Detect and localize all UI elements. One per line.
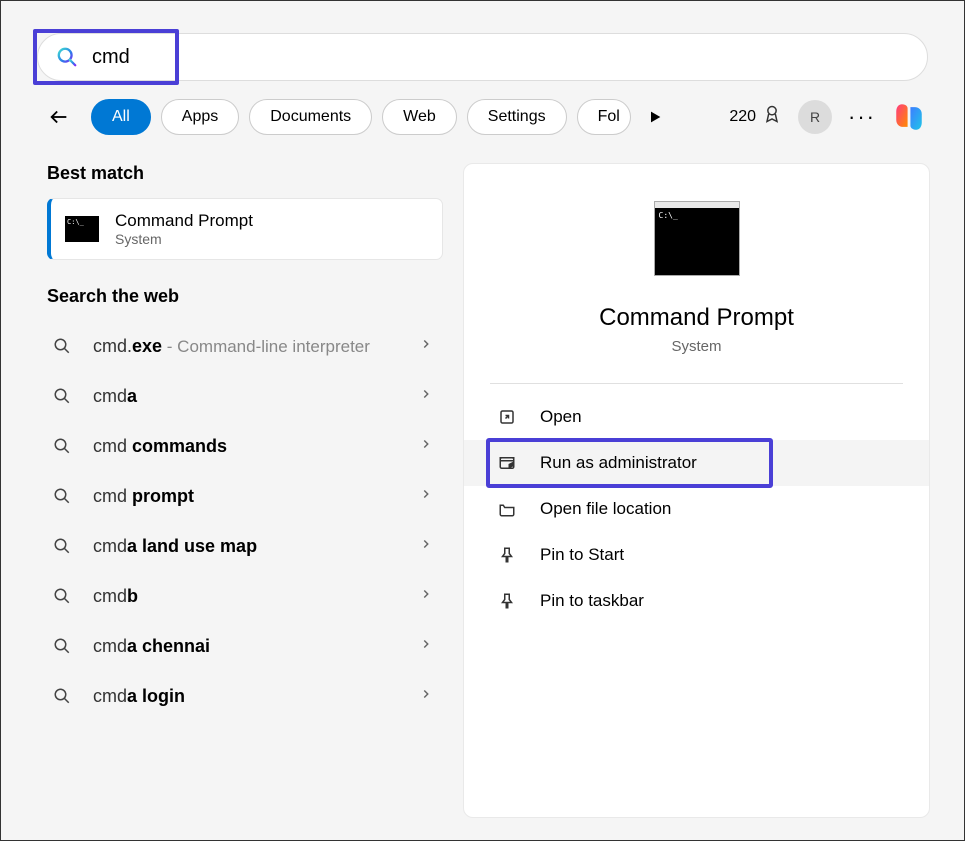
chevron-right-icon bbox=[419, 537, 437, 555]
action-pin-start-label: Pin to Start bbox=[540, 545, 624, 565]
web-result-item[interactable]: cmd.exe - Command-line interpreter bbox=[47, 321, 443, 371]
chevron-right-icon bbox=[419, 337, 437, 355]
best-match-subtitle: System bbox=[115, 231, 253, 247]
shield-admin-icon bbox=[498, 452, 520, 474]
web-result-item[interactable]: cmdb bbox=[47, 571, 443, 621]
search-icon bbox=[53, 385, 75, 407]
pin-icon bbox=[498, 590, 520, 612]
chevron-right-icon bbox=[419, 437, 437, 455]
search-icon bbox=[53, 635, 75, 657]
action-open-location-label: Open file location bbox=[540, 499, 671, 519]
search-icon bbox=[53, 435, 75, 457]
detail-panel: Command Prompt System Open Run as admini… bbox=[463, 163, 930, 818]
search-icon bbox=[56, 46, 78, 68]
web-result-text: cmd prompt bbox=[93, 486, 419, 507]
filter-web[interactable]: Web bbox=[382, 99, 457, 135]
filter-settings[interactable]: Settings bbox=[467, 99, 567, 135]
more-options-icon[interactable]: ··· bbox=[848, 104, 876, 130]
chevron-right-icon bbox=[419, 487, 437, 505]
action-pin-taskbar-label: Pin to taskbar bbox=[540, 591, 644, 611]
action-open-label: Open bbox=[540, 407, 582, 427]
pin-icon bbox=[498, 544, 520, 566]
points-value: 220 bbox=[729, 108, 756, 126]
web-result-text: cmda chennai bbox=[93, 636, 419, 657]
action-run-admin-label: Run as administrator bbox=[540, 453, 697, 473]
filter-row: All Apps Documents Web Settings Fol 220 … bbox=[1, 81, 964, 135]
web-result-text: cmd commands bbox=[93, 436, 419, 457]
copilot-icon[interactable] bbox=[892, 99, 928, 135]
web-result-item[interactable]: cmd commands bbox=[47, 421, 443, 471]
search-icon bbox=[53, 585, 75, 607]
more-filters-play-icon[interactable] bbox=[647, 106, 669, 128]
web-result-item[interactable]: cmda login bbox=[47, 671, 443, 721]
web-result-text: cmd.exe - Command-line interpreter bbox=[93, 336, 419, 357]
filter-all[interactable]: All bbox=[91, 99, 151, 135]
filter-folders[interactable]: Fol bbox=[577, 99, 631, 135]
chevron-right-icon bbox=[419, 687, 437, 705]
action-open[interactable]: Open bbox=[464, 394, 929, 440]
action-pin-to-start[interactable]: Pin to Start bbox=[464, 532, 929, 578]
web-result-item[interactable]: cmda land use map bbox=[47, 521, 443, 571]
web-result-text: cmda land use map bbox=[93, 536, 419, 557]
best-match-title: Command Prompt bbox=[115, 211, 253, 231]
web-result-text: cmdb bbox=[93, 586, 419, 607]
user-avatar[interactable]: R bbox=[798, 100, 832, 134]
action-pin-to-taskbar[interactable]: Pin to taskbar bbox=[464, 578, 929, 624]
search-input[interactable] bbox=[92, 46, 909, 69]
search-box[interactable] bbox=[37, 33, 928, 81]
detail-subtitle: System bbox=[464, 338, 929, 355]
chevron-right-icon bbox=[419, 637, 437, 655]
filter-apps[interactable]: Apps bbox=[161, 99, 239, 135]
rewards-points[interactable]: 220 bbox=[729, 104, 782, 130]
action-open-file-location[interactable]: Open file location bbox=[464, 486, 929, 532]
command-prompt-icon bbox=[65, 216, 99, 242]
search-icon bbox=[53, 685, 75, 707]
filter-documents[interactable]: Documents bbox=[249, 99, 372, 135]
search-icon bbox=[53, 335, 75, 357]
chevron-right-icon bbox=[419, 587, 437, 605]
best-match-result[interactable]: Command Prompt System bbox=[47, 198, 443, 260]
chevron-right-icon bbox=[419, 387, 437, 405]
open-icon bbox=[498, 406, 520, 428]
web-result-text: cmda login bbox=[93, 686, 419, 707]
best-match-header: Best match bbox=[47, 163, 443, 184]
detail-title: Command Prompt bbox=[464, 304, 929, 332]
web-result-item[interactable]: cmda chennai bbox=[47, 621, 443, 671]
search-icon bbox=[53, 535, 75, 557]
search-web-header: Search the web bbox=[47, 286, 443, 307]
web-result-item[interactable]: cmda bbox=[47, 371, 443, 421]
web-result-text: cmda bbox=[93, 386, 419, 407]
ribbon-icon bbox=[762, 104, 782, 130]
back-arrow-icon[interactable] bbox=[45, 103, 73, 131]
folder-icon bbox=[498, 498, 520, 520]
search-icon bbox=[53, 485, 75, 507]
action-run-as-administrator[interactable]: Run as administrator bbox=[464, 440, 929, 486]
detail-app-icon bbox=[654, 206, 740, 276]
web-result-item[interactable]: cmd prompt bbox=[47, 471, 443, 521]
